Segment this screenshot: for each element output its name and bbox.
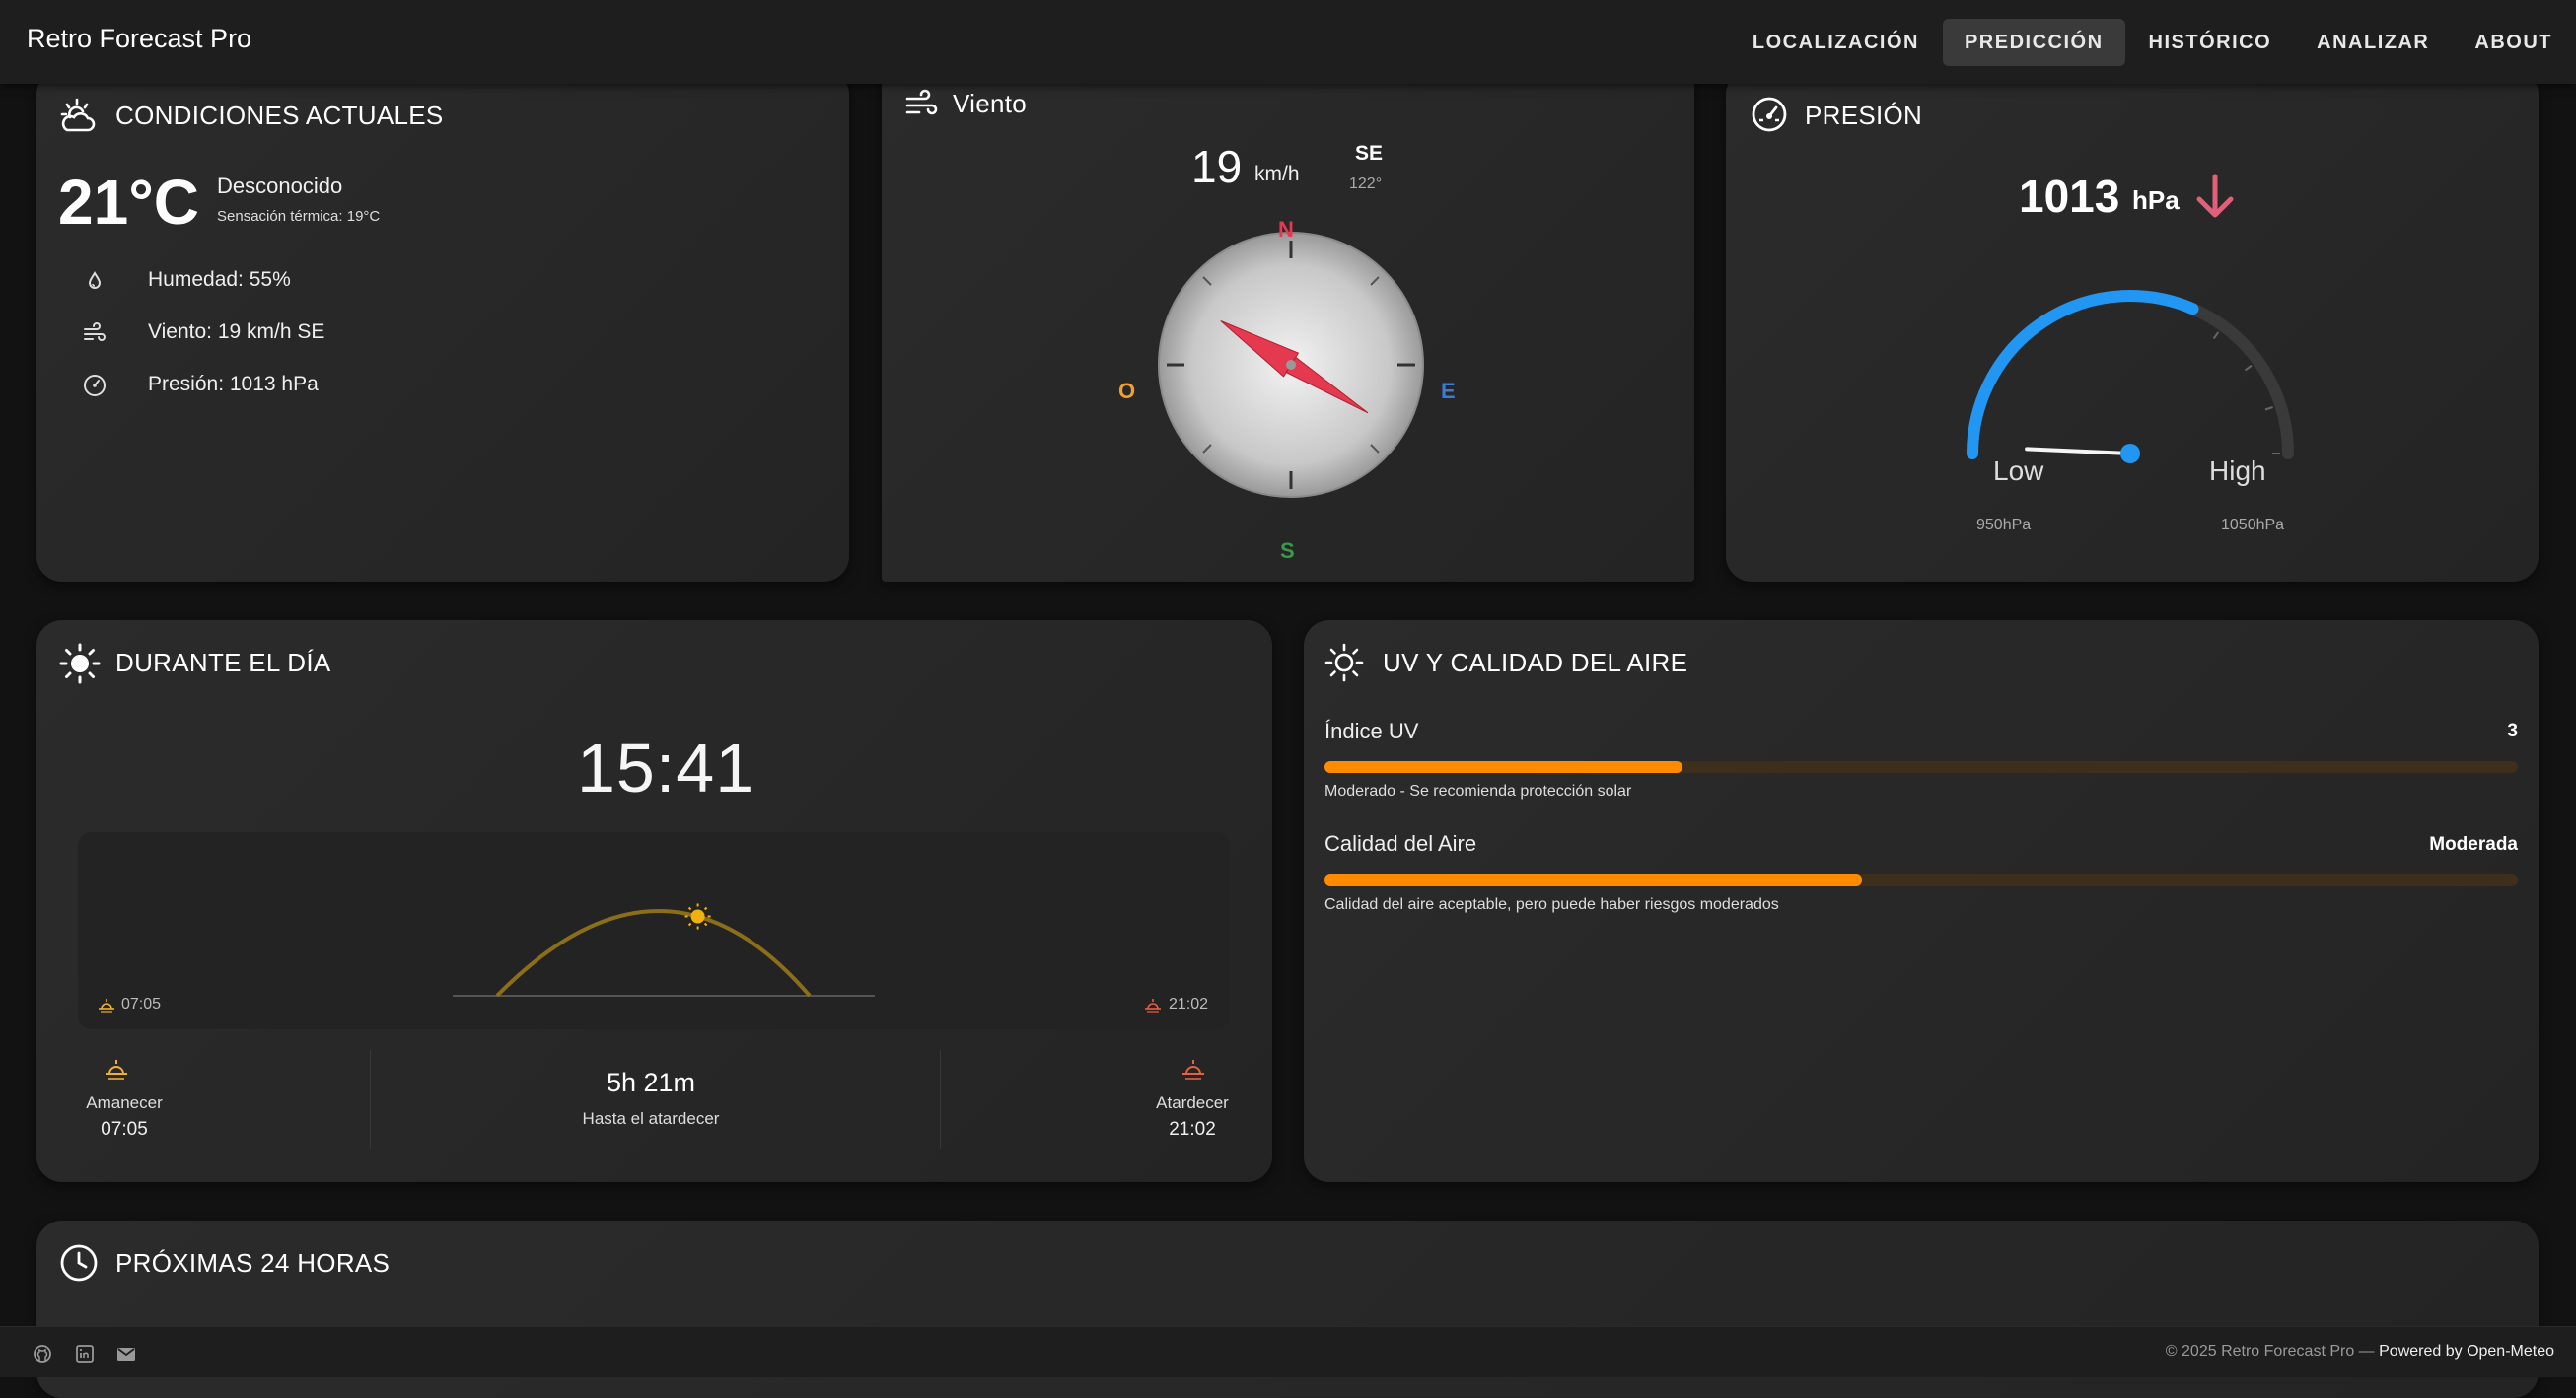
air-quality-bar-fill <box>1324 874 1862 886</box>
wind-speed: 19 <box>1191 141 1243 192</box>
sunset-small-icon <box>1145 999 1161 1013</box>
sunset-icon <box>1182 1060 1204 1080</box>
partly-sunny-icon <box>60 98 96 132</box>
wind-speed-unit: km/h <box>1254 163 1300 185</box>
current-condition: Desconocido <box>217 174 343 198</box>
gauge-track <box>1967 290 2294 459</box>
gauge-needle <box>2025 447 2132 455</box>
wind-text: Viento: 19 km/h SE <box>148 320 325 343</box>
current-conditions-card: CONDICIONES ACTUALES 21°C Desconocido Se… <box>36 69 849 582</box>
wind-direction: SE <box>1355 142 1384 165</box>
nav-historico[interactable]: HISTÓRICO <box>2127 19 2294 66</box>
day-title: DURANTE EL DÍA <box>115 648 331 677</box>
nav-about[interactable]: ABOUT <box>2453 19 2574 66</box>
compass-north: N <box>1278 217 1294 242</box>
current-temperature: 21°C <box>58 167 199 238</box>
main-nav: LOCALIZACIÓN PREDICCIÓN HISTÓRICO ANALIZ… <box>1731 19 2576 66</box>
linkedin-icon[interactable] <box>75 1344 95 1363</box>
pressure-unit: hPa <box>2132 185 2180 215</box>
uv-index-value: 3 <box>2507 721 2518 741</box>
footer-powered-by[interactable]: Powered by Open-Meteo <box>2379 1343 2554 1360</box>
compass-west: O <box>1118 379 1136 403</box>
nav-localizacion[interactable]: LOCALIZACIÓN <box>1731 19 1941 66</box>
uv-index-bar-fill <box>1324 761 1682 773</box>
sun-arc <box>495 909 812 998</box>
sunset-label: Atardecer <box>1156 1093 1229 1112</box>
gauge-high-label: High <box>2209 455 2266 486</box>
current-time: 15:41 <box>577 730 755 806</box>
sunrise-time: 07:05 <box>101 1119 148 1140</box>
uv-index-label: Índice UV <box>1324 719 1419 743</box>
compass <box>1158 232 1424 498</box>
air-quality-value: Moderada <box>2429 834 2518 855</box>
gauge-tick <box>2212 331 2220 340</box>
compass-east: E <box>1441 379 1456 403</box>
pressure-text: Presión: 1013 hPa <box>148 373 319 395</box>
compass-south: S <box>1280 538 1295 563</box>
gauge-icon <box>1752 97 1787 132</box>
wind-title: Viento <box>953 89 1028 118</box>
feels-like: Sensación térmica: 19°C <box>217 208 381 225</box>
uv-sun-icon <box>1324 643 1364 682</box>
gauge-tick <box>2264 406 2273 411</box>
sunset-time: 21:02 <box>1169 1119 1216 1140</box>
gauge-tick <box>2244 364 2253 372</box>
uv-air-card: UV Y CALIDAD DEL AIRE Índice UV 3 Modera… <box>1304 620 2539 1182</box>
uv-index-bar <box>1324 761 2518 773</box>
sun-position-icon <box>684 903 711 930</box>
sunrise-chart-time: 07:05 <box>121 996 162 1013</box>
humidity-text: Humedad: 55% <box>148 268 291 291</box>
current-conditions-title: CONDICIONES ACTUALES <box>115 101 444 130</box>
arrow-down-icon <box>2196 174 2234 218</box>
nav-analizar[interactable]: ANALIZAR <box>2295 19 2451 66</box>
footer-text: © 2025 Retro Forecast Pro — Powered by O… <box>2166 1343 2554 1361</box>
uv-air-title: UV Y CALIDAD DEL AIRE <box>1383 648 1688 677</box>
github-icon[interactable] <box>33 1344 52 1363</box>
nav-prediccion[interactable]: PREDICCIÓN <box>1942 19 2125 66</box>
pressure-small-icon <box>84 375 106 396</box>
gauge-min-label: 950hPa <box>1976 517 2032 533</box>
gauge-hub <box>2120 444 2140 463</box>
footer: © 2025 Retro Forecast Pro — Powered by O… <box>0 1326 2576 1377</box>
pressure-value: 1013 <box>2019 171 2120 222</box>
time-to-sunset: 5h 21m <box>606 1068 696 1097</box>
gauge-max-label: 1050hPa <box>2221 517 2285 533</box>
footer-copyright: © 2025 Retro Forecast Pro — <box>2165 1343 2380 1360</box>
sun-path-chart <box>453 903 875 998</box>
divider-right <box>940 1050 941 1149</box>
wind-icon <box>905 89 938 115</box>
gauge-fill <box>1967 290 2199 459</box>
wind-small-icon <box>84 322 106 341</box>
uv-index-description: Moderado - Se recomienda protección sola… <box>1324 783 1632 800</box>
sunset-chart-time: 21:02 <box>1169 996 1209 1013</box>
gauge-low-label: Low <box>1993 455 2044 486</box>
app-bar: Retro Forecast Pro LOCALIZACIÓN PREDICCI… <box>0 0 2576 84</box>
air-quality-bar <box>1324 874 2518 886</box>
sunrise-small-icon <box>99 999 114 1013</box>
wind-degrees: 122° <box>1349 175 1383 192</box>
sunrise-icon <box>106 1060 127 1080</box>
next-24h-title: PRÓXIMAS 24 HORAS <box>115 1248 391 1278</box>
time-to-sunset-label: Hasta el atardecer <box>582 1109 720 1128</box>
air-quality-label: Calidad del Aire <box>1324 831 1477 856</box>
email-icon[interactable] <box>115 1345 137 1363</box>
sun-icon <box>59 643 101 684</box>
day-card: DURANTE EL DÍA 15:41 07:05 21:02 Amanece… <box>36 620 1272 1182</box>
divider-left <box>370 1050 371 1149</box>
pressure-card: PRESIÓN 1013 hPa Low High 950hPa 1050hPa <box>1726 69 2539 582</box>
humidity-icon <box>88 271 102 289</box>
wind-card: Viento 19 km/h SE 122° N E S O <box>882 69 1694 582</box>
sunrise-label: Amanecer <box>86 1093 163 1112</box>
app-title[interactable]: Retro Forecast Pro <box>27 24 251 54</box>
air-quality-description: Calidad del aire aceptable, pero puede h… <box>1324 896 1779 913</box>
pressure-title: PRESIÓN <box>1805 101 1923 130</box>
clock-icon <box>60 1244 98 1282</box>
sun-path-panel: 07:05 21:02 <box>78 832 1230 1029</box>
